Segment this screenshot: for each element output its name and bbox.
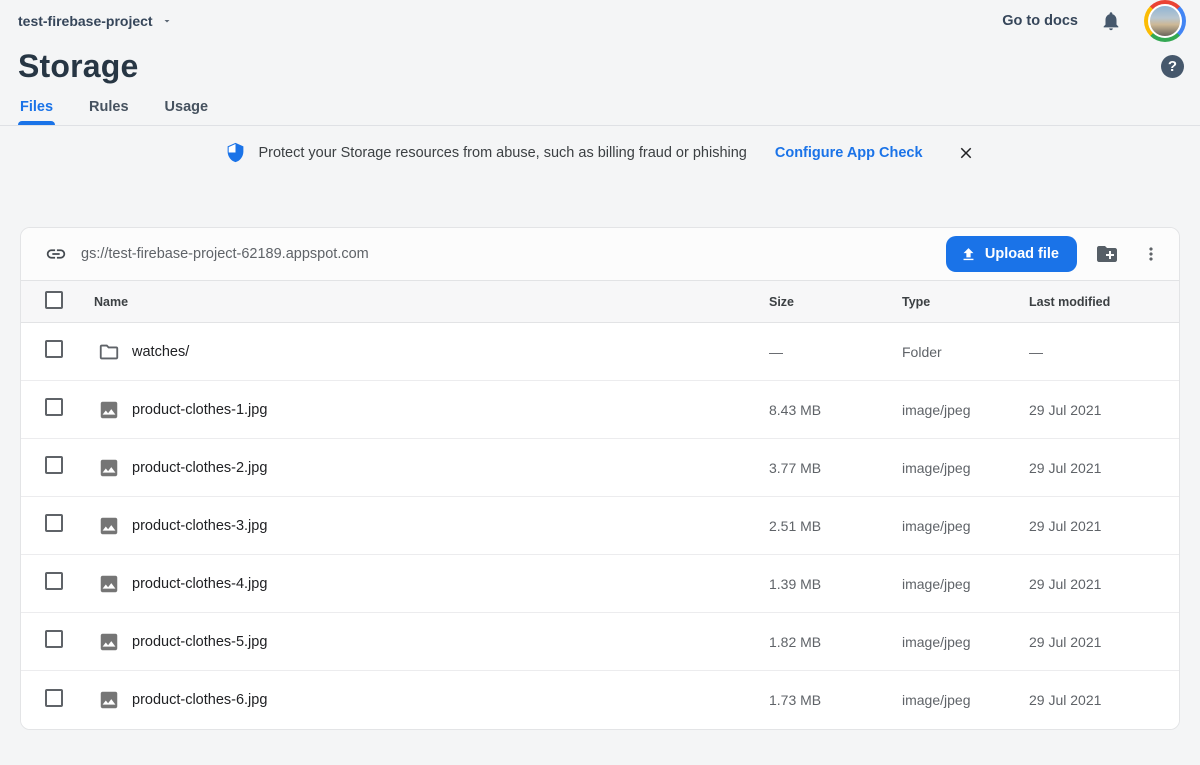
file-type: Folder — [902, 344, 1029, 360]
shield-icon — [225, 142, 246, 163]
column-header-type: Type — [902, 295, 1029, 309]
file-modified: 29 Jul 2021 — [1029, 460, 1179, 476]
table-body: watches/ — Folder — product-clothes-1.jp… — [21, 323, 1179, 729]
create-folder-icon[interactable] — [1091, 238, 1123, 270]
file-type: image/jpeg — [902, 634, 1029, 650]
table-row[interactable]: watches/ — Folder — — [21, 323, 1179, 381]
file-size: — — [769, 344, 902, 360]
file-size: 1.73 MB — [769, 692, 902, 708]
image-icon — [98, 457, 120, 479]
image-icon — [98, 689, 120, 711]
file-name: product-clothes-4.jpg — [132, 576, 267, 592]
table-row[interactable]: product-clothes-2.jpg 3.77 MB image/jpeg… — [21, 439, 1179, 497]
select-all-checkbox[interactable] — [45, 291, 63, 309]
tab-usage[interactable]: Usage — [165, 99, 209, 125]
file-name: product-clothes-3.jpg — [132, 518, 267, 534]
row-checkbox[interactable] — [45, 514, 63, 532]
column-header-name: Name — [94, 295, 769, 309]
image-icon — [98, 515, 120, 537]
file-size: 8.43 MB — [769, 402, 902, 418]
file-size: 2.51 MB — [769, 518, 902, 534]
upload-icon — [960, 246, 977, 263]
image-icon — [98, 399, 120, 421]
banner-message: Protect your Storage resources from abus… — [258, 145, 746, 161]
column-header-modified: Last modified — [1029, 295, 1179, 309]
kebab-menu-icon[interactable] — [1137, 240, 1165, 268]
file-modified: 29 Jul 2021 — [1029, 634, 1179, 650]
tab-files[interactable]: Files — [20, 99, 53, 125]
close-icon[interactable] — [957, 144, 975, 162]
file-size: 1.39 MB — [769, 576, 902, 592]
image-icon — [98, 573, 120, 595]
file-modified: 29 Jul 2021 — [1029, 518, 1179, 534]
project-switcher[interactable]: test-firebase-project — [18, 13, 173, 29]
go-to-docs-link[interactable]: Go to docs — [1002, 13, 1078, 29]
file-type: image/jpeg — [902, 576, 1029, 592]
row-checkbox[interactable] — [45, 630, 63, 648]
file-name: watches/ — [132, 344, 189, 360]
title-row: Storage ? — [0, 42, 1200, 85]
bucket-toolbar: gs://test-firebase-project-62189.appspot… — [21, 228, 1179, 280]
row-checkbox[interactable] — [45, 572, 63, 590]
row-checkbox[interactable] — [45, 456, 63, 474]
file-modified: 29 Jul 2021 — [1029, 576, 1179, 592]
bucket-url: gs://test-firebase-project-62189.appspot… — [81, 246, 369, 262]
row-checkbox[interactable] — [45, 689, 63, 707]
upload-file-button[interactable]: Upload file — [946, 236, 1077, 272]
file-name: product-clothes-2.jpg — [132, 460, 267, 476]
file-modified: 29 Jul 2021 — [1029, 402, 1179, 418]
link-icon — [45, 243, 67, 265]
row-checkbox[interactable] — [45, 398, 63, 416]
table-header: Name Size Type Last modified — [21, 280, 1179, 323]
file-modified: — — [1029, 344, 1179, 360]
bell-icon[interactable] — [1100, 10, 1122, 32]
avatar-photo — [1148, 4, 1182, 38]
table-row[interactable]: product-clothes-4.jpg 1.39 MB image/jpeg… — [21, 555, 1179, 613]
image-icon — [98, 631, 120, 653]
storage-browser-card: gs://test-firebase-project-62189.appspot… — [20, 227, 1180, 730]
file-modified: 29 Jul 2021 — [1029, 692, 1179, 708]
folder-icon — [98, 341, 120, 363]
file-type: image/jpeg — [902, 518, 1029, 534]
file-name: product-clothes-5.jpg — [132, 634, 267, 650]
project-name: test-firebase-project — [18, 13, 153, 29]
file-type: image/jpeg — [902, 460, 1029, 476]
caret-down-icon — [161, 15, 173, 27]
file-size: 3.77 MB — [769, 460, 902, 476]
row-checkbox[interactable] — [45, 340, 63, 358]
file-name: product-clothes-6.jpg — [132, 692, 267, 708]
help-icon[interactable]: ? — [1161, 55, 1184, 78]
avatar[interactable] — [1144, 0, 1186, 42]
file-type: image/jpeg — [902, 692, 1029, 708]
app-check-banner: Protect your Storage resources from abus… — [0, 126, 1200, 177]
table-row[interactable]: product-clothes-5.jpg 1.82 MB image/jpeg… — [21, 613, 1179, 671]
tab-bar: Files Rules Usage — [0, 85, 1200, 126]
configure-app-check-link[interactable]: Configure App Check — [775, 145, 923, 161]
upload-file-label: Upload file — [985, 246, 1059, 262]
topbar: test-firebase-project Go to docs — [0, 0, 1200, 42]
file-name: product-clothes-1.jpg — [132, 402, 267, 418]
page-title: Storage — [18, 48, 139, 85]
table-row[interactable]: product-clothes-3.jpg 2.51 MB image/jpeg… — [21, 497, 1179, 555]
tab-rules[interactable]: Rules — [89, 99, 129, 125]
table-row[interactable]: product-clothes-1.jpg 8.43 MB image/jpeg… — [21, 381, 1179, 439]
file-type: image/jpeg — [902, 402, 1029, 418]
table-row[interactable]: product-clothes-6.jpg 1.73 MB image/jpeg… — [21, 671, 1179, 729]
column-header-size: Size — [769, 295, 902, 309]
file-size: 1.82 MB — [769, 634, 902, 650]
